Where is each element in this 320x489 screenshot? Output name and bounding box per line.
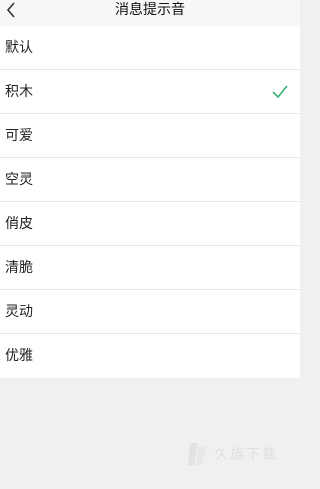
sound-option-label: 默认 (5, 40, 33, 56)
sound-list: 默认 积木 可爱 空灵 俏皮 清脆 灵动 优雅 (0, 26, 300, 378)
sound-option-lingdong[interactable]: 灵动 (0, 290, 300, 334)
watermark: 久族下载 (186, 441, 278, 467)
sound-option-label: 俏皮 (5, 216, 33, 232)
sound-option-label: 空灵 (5, 172, 33, 188)
sound-option-label: 积木 (5, 84, 33, 100)
sound-option-label: 灵动 (5, 304, 33, 320)
sound-option-kongling[interactable]: 空灵 (0, 158, 300, 202)
page-title: 消息提示音 (115, 2, 185, 18)
sound-option-keai[interactable]: 可爱 (0, 114, 300, 158)
sound-option-qingcui[interactable]: 清脆 (0, 246, 300, 290)
sound-option-label: 可爱 (5, 128, 33, 144)
sound-option-qiaopi[interactable]: 俏皮 (0, 202, 300, 246)
nav-bar: 消息提示音 (0, 0, 300, 26)
sound-option-default[interactable]: 默认 (0, 26, 300, 70)
watermark-logo-icon (188, 443, 206, 465)
sound-option-jimu[interactable]: 积木 (0, 70, 300, 114)
watermark-text: 久族下载 (214, 447, 278, 463)
sound-option-label: 优雅 (5, 348, 33, 364)
checkmark-icon (272, 85, 288, 99)
sound-option-youya[interactable]: 优雅 (0, 334, 300, 378)
sound-option-label: 清脆 (5, 260, 33, 276)
